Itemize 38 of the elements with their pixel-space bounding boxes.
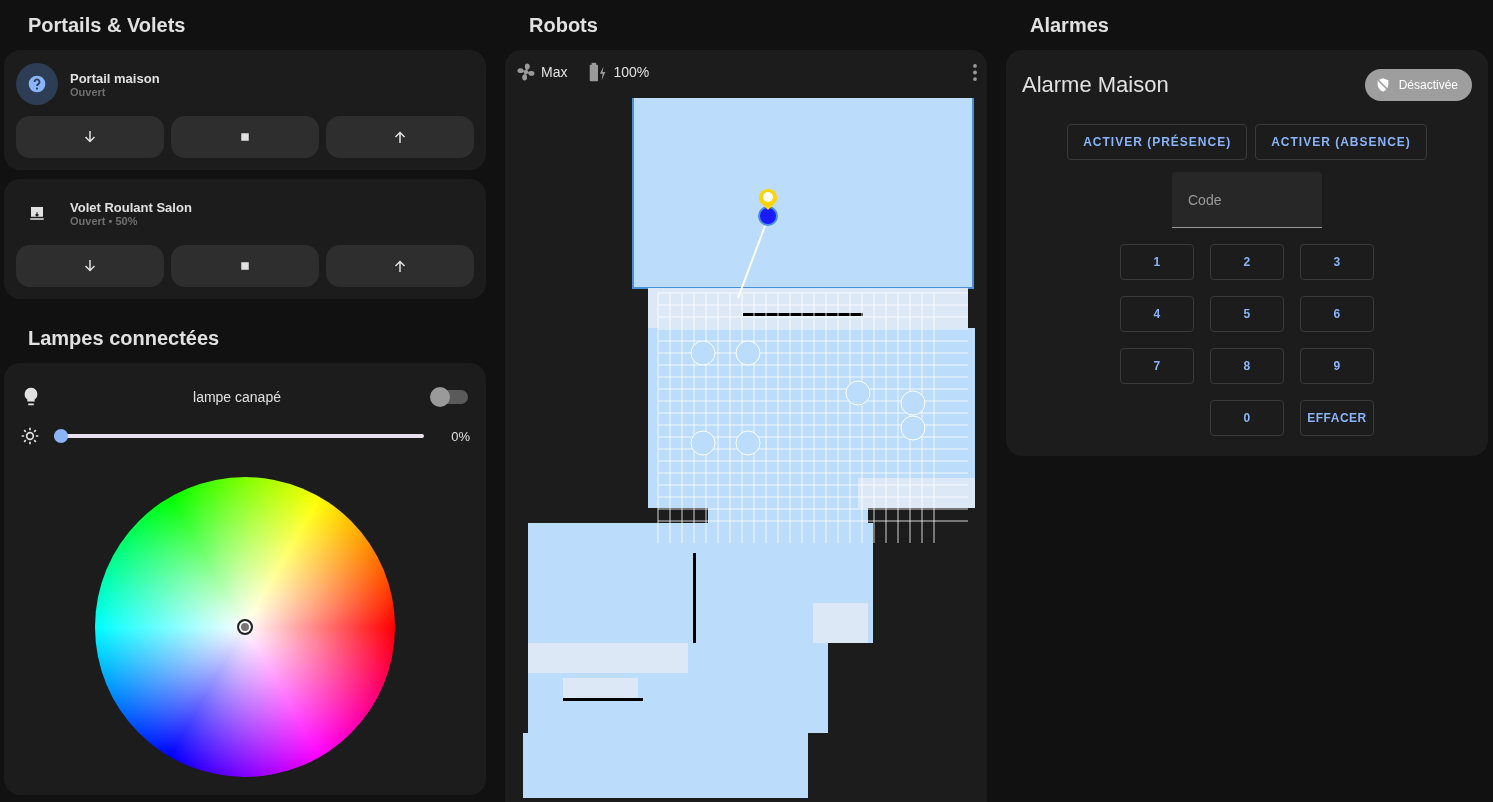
keypad-key[interactable]: EFFACER — [1300, 400, 1374, 436]
cover-name: Volet Roulant Salon — [70, 199, 192, 215]
keypad-key[interactable]: 6 — [1300, 296, 1374, 332]
brightness-icon — [20, 426, 40, 446]
slider-thumb[interactable] — [54, 429, 68, 443]
color-picker-handle[interactable] — [237, 619, 253, 635]
fan-icon — [515, 61, 537, 83]
keypad-key[interactable]: 7 — [1120, 348, 1194, 384]
section-title: Portails & Volets — [27, 12, 187, 38]
section-title: Robots — [528, 12, 599, 38]
power-toggle[interactable] — [432, 390, 468, 404]
arm-button[interactable]: ACTIVER (PRÉSENCE) — [1067, 124, 1248, 160]
keypad-key[interactable]: 2 — [1210, 244, 1284, 280]
help-icon[interactable] — [16, 63, 58, 105]
cover-state: Ouvert • 50% — [70, 214, 139, 227]
keypad-key[interactable]: 9 — [1300, 348, 1374, 384]
shield-off-icon — [1374, 77, 1391, 93]
more-options-icon — [973, 63, 977, 81]
light-name: lampe canapé — [192, 389, 282, 405]
alarm-name: Alarme Maison — [1022, 72, 1169, 98]
cover-name: Portail maison — [70, 70, 160, 86]
code-field[interactable]: Code — [1172, 172, 1322, 228]
brightness-reading: 0% — [450, 428, 470, 444]
keypad-key[interactable]: 5 — [1210, 296, 1284, 332]
keypad-key[interactable]: 8 — [1210, 348, 1284, 384]
keypad-key[interactable]: 1 — [1120, 244, 1194, 280]
keypad-key[interactable]: 0 — [1210, 400, 1284, 436]
alarm-state: Désactivée — [1398, 78, 1458, 92]
keypad-key[interactable]: 3 — [1300, 244, 1374, 280]
section-title: Lampes connectées — [27, 325, 221, 351]
brightness-slider[interactable] — [54, 429, 424, 443]
fan-speed: Max — [541, 64, 568, 80]
section-title: Alarmes — [1029, 12, 1110, 38]
cover-state: Ouvert — [70, 85, 107, 98]
window-shutter-icon — [28, 204, 46, 222]
keypad-key[interactable]: 4 — [1120, 296, 1194, 332]
arm-button[interactable]: ACTIVER (ABSENCE) — [1255, 124, 1427, 160]
battery-level: 100% — [613, 64, 650, 80]
